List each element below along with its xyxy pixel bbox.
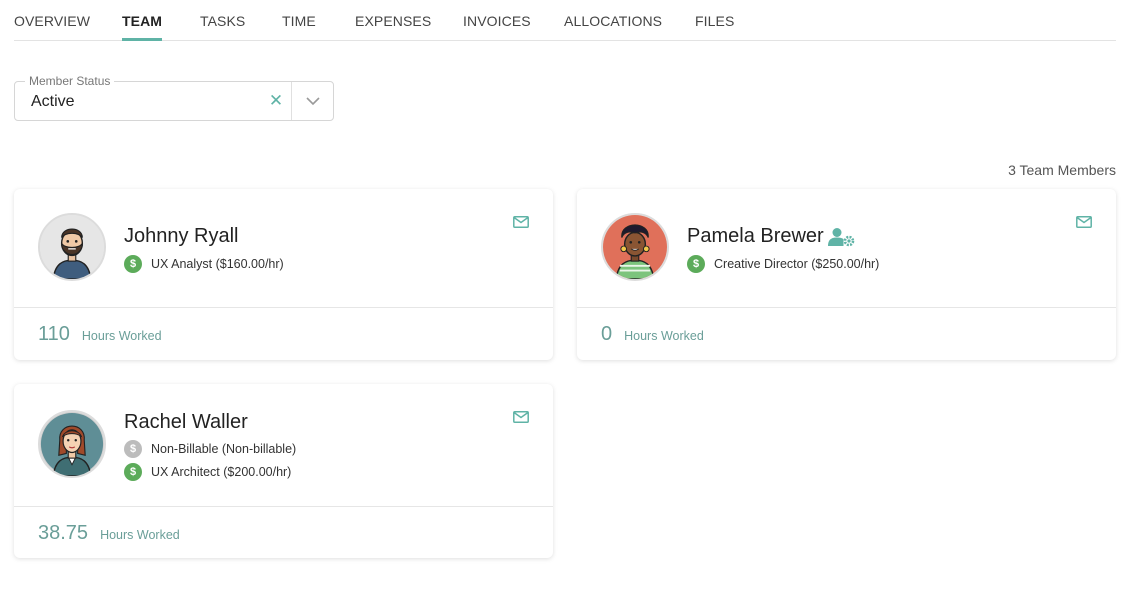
team-member-card: Johnny Ryall $ UX Analyst ($160.00/hr) 1… (14, 189, 553, 360)
card-divider (14, 307, 553, 308)
tab-expenses[interactable]: EXPENSES (355, 13, 431, 29)
billable-rate-icon: $ (124, 463, 142, 481)
member-role-label: Creative Director ($250.00/hr) (714, 257, 880, 271)
billable-rate-icon: $ (124, 255, 142, 273)
member-status-label: Member Status (25, 74, 115, 88)
tab-files[interactable]: FILES (695, 13, 734, 29)
member-role: $ UX Analyst ($160.00/hr) (124, 255, 284, 273)
hours-worked-value: 110 (38, 323, 70, 345)
hours-worked-value: 38.75 (38, 522, 89, 544)
member-role: $ UX Architect ($200.00/hr) (124, 463, 291, 481)
member-name[interactable]: Pamela Brewer (687, 225, 824, 248)
tab-team[interactable]: TEAM (122, 13, 163, 41)
user-gear-icon (828, 228, 855, 247)
card-divider (14, 506, 553, 507)
team-member-card: Pamela Brewer $ Creative Director ($250.… (577, 189, 1116, 360)
team-member-card: Rachel Waller $ Non-Billable (Non-billab… (14, 384, 553, 558)
non-billable-rate-icon: $ (124, 440, 142, 458)
avatar (38, 213, 106, 281)
member-role-label: Non-Billable (Non-billable) (151, 442, 297, 456)
card-divider (577, 307, 1116, 308)
member-role: $ Creative Director ($250.00/hr) (687, 255, 879, 273)
hours-worked-label: Hours Worked (100, 528, 180, 542)
mail-icon[interactable] (513, 216, 529, 228)
tab-invoices[interactable]: INVOICES (463, 13, 531, 29)
tab-overview[interactable]: OVERVIEW (14, 13, 90, 29)
member-name[interactable]: Rachel Waller (124, 411, 248, 434)
member-name[interactable]: Johnny Ryall (124, 225, 239, 248)
member-role: $ Non-Billable (Non-billable) (124, 440, 296, 458)
avatar (601, 213, 669, 281)
hours-worked: 0 Hours Worked (601, 323, 704, 346)
member-status-value: Active (31, 93, 75, 110)
hours-worked: 38.75 Hours Worked (38, 522, 180, 545)
mail-icon[interactable] (1076, 216, 1092, 228)
member-role-label: UX Analyst ($160.00/hr) (151, 257, 284, 271)
tab-tasks[interactable]: TASKS (200, 13, 245, 29)
member-role-label: UX Architect ($200.00/hr) (151, 465, 292, 479)
hours-worked-label: Hours Worked (624, 329, 704, 343)
member-status-select[interactable]: Member Status Active ✕ (14, 74, 334, 121)
avatar (38, 410, 106, 478)
hours-worked-value: 0 (601, 323, 613, 345)
chevron-down-icon[interactable] (292, 82, 334, 120)
project-tabs: OVERVIEW TEAM TASKS TIME EXPENSES INVOIC… (14, 0, 1116, 41)
team-member-count: 3 Team Members (1008, 162, 1116, 178)
tab-allocations[interactable]: ALLOCATIONS (564, 13, 662, 29)
close-icon[interactable]: ✕ (261, 82, 291, 120)
hours-worked-label: Hours Worked (81, 329, 162, 343)
hours-worked: 110 Hours Worked (38, 323, 162, 346)
mail-icon[interactable] (513, 411, 529, 423)
tab-time[interactable]: TIME (282, 13, 316, 29)
billable-rate-icon: $ (687, 255, 705, 273)
